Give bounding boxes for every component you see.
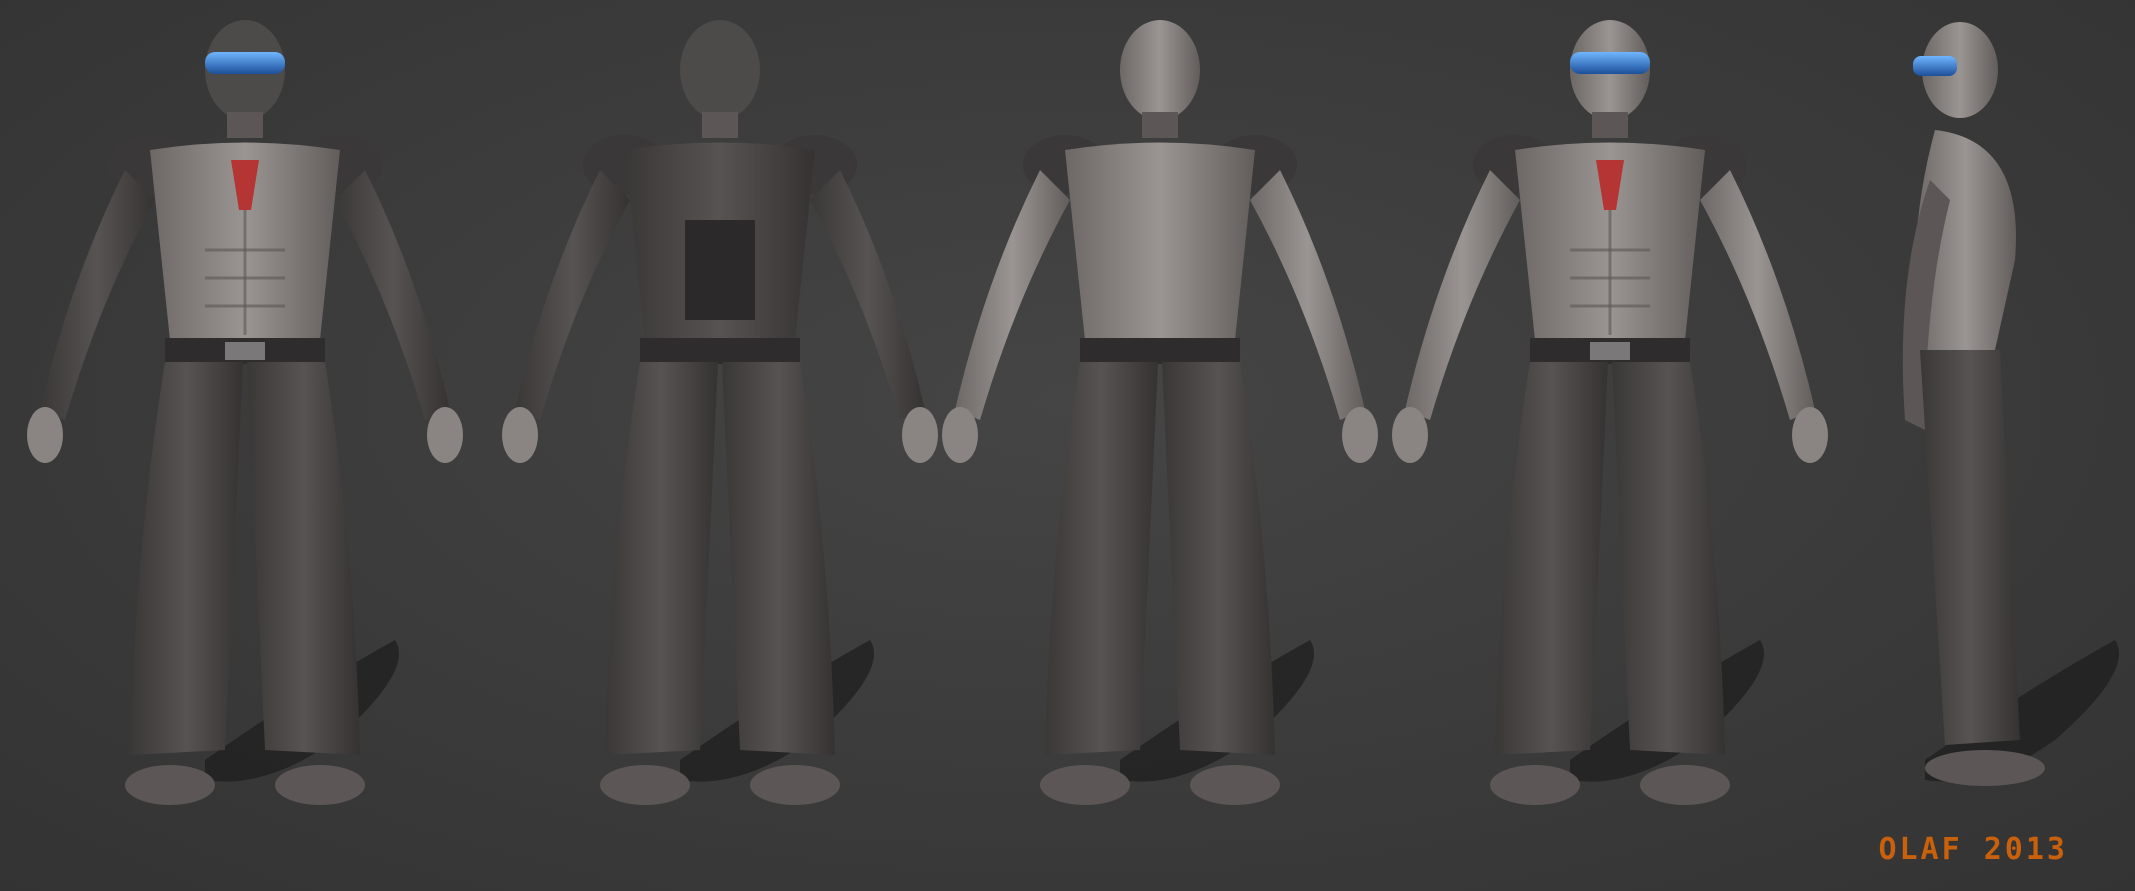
neck [227, 112, 263, 138]
shoe-left [125, 765, 215, 805]
pants-right-leg [1612, 362, 1725, 755]
artist-signature: OLAF 2013 [1878, 832, 2068, 867]
hand-left [27, 407, 63, 463]
neck [1592, 112, 1628, 138]
visor [1570, 52, 1650, 74]
hand-right [1342, 407, 1378, 463]
figure-front-1 [27, 20, 463, 805]
pants-right-leg [722, 362, 835, 755]
shoe-right [1190, 765, 1280, 805]
belt [640, 338, 800, 364]
figure-back-2 [502, 20, 938, 805]
shoe [1925, 750, 2045, 786]
shoe-right [275, 765, 365, 805]
hand-right [1792, 407, 1828, 463]
hand-left [1392, 407, 1428, 463]
pants-left-leg [130, 362, 243, 755]
visor [205, 52, 285, 74]
head [1120, 20, 1200, 120]
hand-right [902, 407, 938, 463]
belt-buckle [1590, 342, 1630, 360]
shoe-right [750, 765, 840, 805]
hand-left [502, 407, 538, 463]
pants [1920, 350, 2020, 745]
neck [1142, 112, 1178, 138]
shoe-left [1490, 765, 1580, 805]
arm-right [335, 170, 450, 420]
figure-front-4 [1392, 20, 1828, 805]
arm-left [515, 170, 630, 420]
pants-right-leg [247, 362, 360, 755]
arm-left [955, 170, 1070, 420]
arm-right [810, 170, 925, 420]
shoe-right [1640, 765, 1730, 805]
pants-right-leg [1162, 362, 1275, 755]
arm-right [1700, 170, 1815, 420]
hand-left [942, 407, 978, 463]
shoe-left [1040, 765, 1130, 805]
pants-left-leg [605, 362, 718, 755]
neck [702, 112, 738, 138]
figure-back-3 [942, 20, 1378, 805]
arm-left [40, 170, 155, 420]
figure-side-5 [1902, 22, 2119, 786]
back-panel [685, 220, 755, 320]
render-sheet: OLAF 2013 [0, 0, 2135, 891]
hood [680, 20, 760, 120]
character-turnaround [27, 20, 2119, 805]
torso [1065, 142, 1255, 340]
pants-left-leg [1495, 362, 1608, 755]
shoe-left [600, 765, 690, 805]
hand-right [427, 407, 463, 463]
arm-right [1250, 170, 1365, 420]
belt-buckle [225, 342, 265, 360]
pants-left-leg [1045, 362, 1158, 755]
belt [1080, 338, 1240, 364]
visor [1913, 56, 1957, 76]
arm-left [1405, 170, 1520, 420]
